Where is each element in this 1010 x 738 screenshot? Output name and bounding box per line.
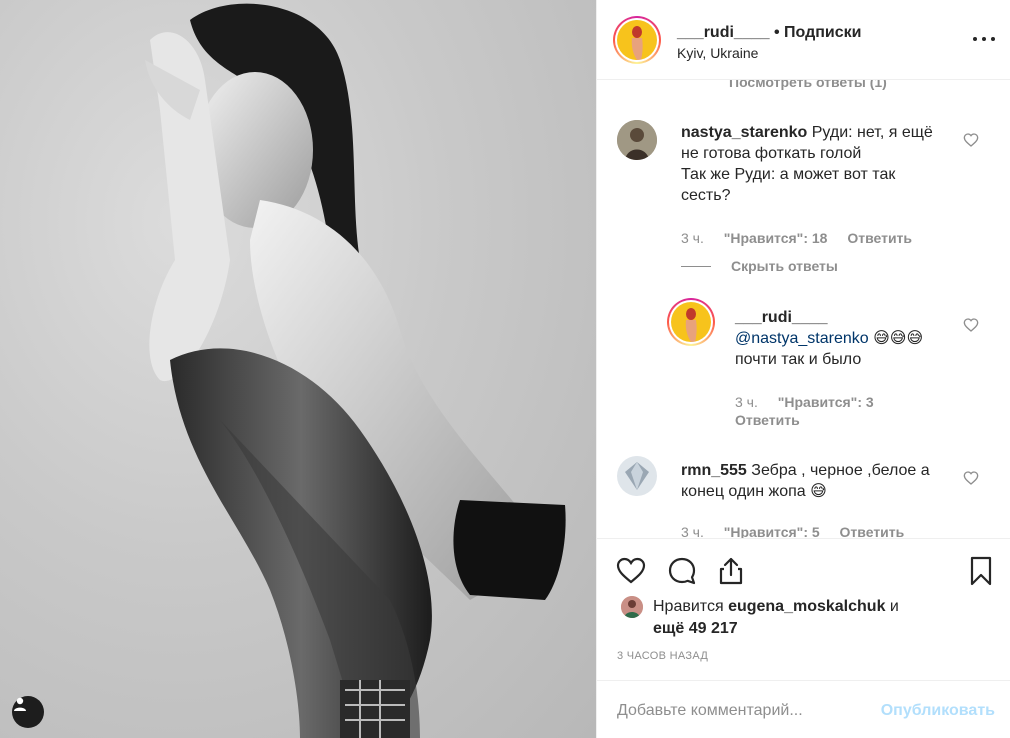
comment-icon[interactable] bbox=[666, 555, 698, 587]
liker-username[interactable]: eugena_moskalchuk bbox=[728, 598, 885, 615]
hide-replies-label: Скрыть ответы bbox=[731, 258, 838, 274]
reply-time[interactable]: 3 ч. bbox=[735, 394, 758, 410]
comment-like-heart-icon[interactable] bbox=[963, 132, 979, 148]
bookmark-icon[interactable] bbox=[965, 555, 997, 587]
comment-text: rmn_555 Зебра , черное ,белое а конец од… bbox=[681, 460, 961, 502]
avatar-image bbox=[685, 308, 697, 342]
reply-line: почти так и было bbox=[735, 351, 862, 368]
comment-time[interactable]: 3 ч. bbox=[681, 524, 704, 538]
diamond-avatar-image bbox=[617, 456, 657, 496]
comment-meta: 3 ч. "Нравится": 5 Ответить bbox=[681, 524, 904, 538]
comment-item: nastya_starenko Руди: нет, я ещё не гото… bbox=[597, 80, 1010, 250]
post-comment-button[interactable]: Опубликовать bbox=[881, 702, 995, 720]
comment-meta: 3 ч. "Нравится": 18 Ответить bbox=[681, 230, 912, 246]
avatar-image bbox=[617, 120, 657, 160]
post-timestamp[interactable]: 3 ЧАСОВ НАЗАД bbox=[617, 650, 708, 662]
photo-illustration bbox=[145, 3, 566, 738]
reply-author-avatar[interactable] bbox=[667, 298, 715, 346]
avatar-image bbox=[621, 596, 643, 618]
liker-avatar[interactable] bbox=[621, 596, 643, 618]
emoji: 😅😅😅 bbox=[873, 330, 924, 347]
emoji: 😅 bbox=[810, 483, 827, 500]
comment-line: Так же Руди: а может вот так bbox=[681, 166, 896, 183]
hide-replies-button[interactable]: Скрыть ответы bbox=[681, 258, 838, 274]
author-username[interactable]: ___rudi____ bbox=[677, 24, 770, 41]
comment-time[interactable]: 3 ч. bbox=[681, 230, 704, 246]
comment-line: Зебра , черное ,белое а bbox=[751, 462, 930, 479]
more-options-icon[interactable] bbox=[973, 32, 995, 46]
add-comment-form: Опубликовать bbox=[597, 680, 1010, 738]
commenter-avatar[interactable] bbox=[617, 456, 657, 496]
following-button[interactable]: Подписки bbox=[784, 24, 861, 41]
reply-username[interactable]: ___rudi____ bbox=[735, 309, 828, 326]
reply-likes-count[interactable]: "Нравится": 3 bbox=[778, 394, 874, 410]
comment-line: сесть? bbox=[681, 187, 731, 204]
user-tag-button[interactable] bbox=[12, 696, 44, 728]
reply-button[interactable]: Ответить bbox=[847, 230, 912, 246]
commenter-avatar[interactable] bbox=[617, 120, 657, 160]
post-sidebar: ___rudi____ • Подписки Kyiv, Ukraine Пос… bbox=[596, 0, 1010, 738]
comment-line: конец один жопа bbox=[681, 483, 806, 500]
share-icon[interactable] bbox=[715, 555, 747, 587]
reply-like-heart-icon[interactable] bbox=[963, 317, 979, 333]
divider-line bbox=[681, 265, 711, 267]
mention-link[interactable]: @nastya_starenko bbox=[735, 330, 869, 347]
commenter-username[interactable]: nastya_starenko bbox=[681, 124, 807, 141]
author-avatar[interactable] bbox=[613, 16, 661, 64]
comment-like-heart-icon[interactable] bbox=[963, 470, 979, 486]
comment-likes-count[interactable]: "Нравится": 5 bbox=[724, 524, 820, 538]
likes-prefix: Нравится bbox=[653, 598, 724, 615]
avatar-image bbox=[631, 26, 643, 60]
comment-input[interactable] bbox=[617, 699, 867, 723]
comment-line: Руди: нет, я ещё bbox=[811, 124, 933, 141]
reply-button[interactable]: Ответить bbox=[735, 412, 800, 428]
likes-count-link[interactable]: ещё 49 217 bbox=[653, 620, 738, 637]
comment-line: не готова фоткать голой bbox=[681, 145, 862, 162]
commenter-username[interactable]: rmn_555 bbox=[681, 462, 747, 479]
reply-text: ___rudi____ @nastya_starenko 😅😅😅 почти т… bbox=[735, 307, 955, 370]
heart-icon[interactable] bbox=[615, 555, 647, 587]
header-separator: • bbox=[773, 24, 780, 41]
post-photo[interactable] bbox=[0, 0, 596, 738]
likes-joiner: и bbox=[889, 598, 899, 615]
reply-button[interactable]: Ответить bbox=[840, 524, 905, 538]
comment-likes-count[interactable]: "Нравится": 18 bbox=[724, 230, 828, 246]
person-icon bbox=[14, 697, 26, 711]
post-location[interactable]: Kyiv, Ukraine bbox=[677, 45, 758, 61]
post-actions-bar bbox=[597, 538, 1010, 602]
post-header: ___rudi____ • Подписки Kyiv, Ukraine bbox=[597, 0, 1010, 80]
comment-text: nastya_starenko Руди: нет, я ещё не гото… bbox=[681, 122, 961, 206]
comments-list[interactable]: Посмотреть ответы (1) nastya_starenko Ру… bbox=[597, 80, 1010, 538]
reply-meta: 3 ч. "Нравится": 3 Ответить bbox=[735, 393, 935, 429]
